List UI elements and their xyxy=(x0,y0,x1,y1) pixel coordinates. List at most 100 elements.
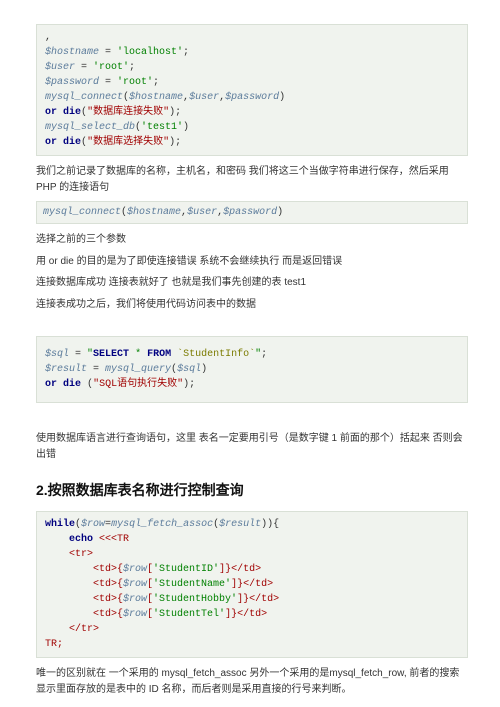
token-var: $user xyxy=(45,62,75,73)
code-line: </tr> xyxy=(45,622,459,637)
token-term: ; xyxy=(153,77,159,88)
code-block-3: while($row=mysql_fetch_assoc($result)){ … xyxy=(36,511,468,658)
token-var: $row xyxy=(123,594,147,605)
token-paren: ) xyxy=(279,92,285,103)
token-term: ); xyxy=(169,137,181,148)
token-paren: ) xyxy=(183,122,189,133)
token-heredoc: ]}</td> xyxy=(219,564,261,575)
code-line: <td>{$row['StudentTel']}</td> xyxy=(45,607,459,622)
code-line: $result = mysql_query($sql) xyxy=(45,362,459,377)
code-line: $user = 'root'; xyxy=(45,60,459,75)
token-var: $user xyxy=(189,92,219,103)
token-op: = xyxy=(99,77,117,88)
code-line: $password = 'root'; xyxy=(45,75,459,90)
paragraph-5: 连接表成功之后，我们将使用代码访问表中的数据 xyxy=(36,297,468,313)
token-heredoc: ]}</td> xyxy=(237,594,279,605)
token-kw: while xyxy=(45,519,75,530)
token-term: ; xyxy=(129,62,135,73)
code-line: or die("数据库选择失败"); xyxy=(45,135,459,150)
code-line: <td>{$row['StudentID']}</td> xyxy=(45,562,459,577)
code-block-2: $sql = "SELECT * FROM `StudentInfo`"; $r… xyxy=(36,336,468,403)
token-heredoc: <td>{ xyxy=(45,594,123,605)
token-term: ; xyxy=(261,349,267,360)
section-heading-2: 2.按照数据库表名称进行控制查询 xyxy=(36,480,468,501)
token-heredoc: <td>{ xyxy=(45,609,123,620)
token-heredoc: <td>{ xyxy=(45,579,123,590)
code-line: mysql_connect($hostname,$user,$password) xyxy=(45,90,459,105)
token-op: = xyxy=(69,349,87,360)
token-fn: mysql_fetch_assoc xyxy=(111,519,213,530)
spacer xyxy=(36,411,468,425)
token-var: $result xyxy=(45,364,87,375)
token-heredoc: <td>{ xyxy=(45,564,123,575)
code-line: , xyxy=(45,30,459,45)
code-line: <td>{$row['StudentName']}</td> xyxy=(45,577,459,592)
token-sql-str: `StudentInfo` xyxy=(171,349,255,360)
token-str-red: "数据库连接失败" xyxy=(87,107,169,118)
token-kw: die xyxy=(63,379,81,390)
token-var: $hostname xyxy=(129,92,183,103)
paragraph-7: 唯一的区别就在 一个采用的 mysql_fetch_assoc 另外一个采用的是… xyxy=(36,666,468,697)
token-var: $password xyxy=(225,92,279,103)
token-var: $sql xyxy=(177,364,201,375)
token-sql: * xyxy=(129,349,147,360)
token-space xyxy=(45,534,69,545)
token-str: 'localhost' xyxy=(117,47,183,58)
code-line: $sql = "SELECT * FROM `StudentInfo`"; xyxy=(45,347,459,362)
code-block-1: , $hostname = 'localhost'; $user = 'root… xyxy=(36,24,468,156)
token-fn: mysql_query xyxy=(105,364,171,375)
token-kw: or xyxy=(45,107,57,118)
token-term: ; xyxy=(183,47,189,58)
token-kw: or xyxy=(45,379,57,390)
token-heredoc: <<<TR xyxy=(99,534,129,545)
token-str: 'StudentName' xyxy=(153,579,231,590)
code-line: mysql_select_db('test1') xyxy=(45,120,459,135)
token-var: $password xyxy=(45,77,99,88)
token-paren: ) xyxy=(277,207,283,218)
code-line: TR; xyxy=(45,637,459,652)
token-var: $password xyxy=(223,207,277,218)
spacer xyxy=(36,318,468,332)
paragraph-6: 使用数据库语言进行查询语句，这里 表名一定要用引号（是数字键 1 前面的那个）括… xyxy=(36,431,468,462)
char-comma: , xyxy=(45,32,51,43)
token-heredoc: ]}</td> xyxy=(225,609,267,620)
token-term: )){ xyxy=(261,519,279,530)
paragraph-1: 我们之前记录了数据库的名称，主机名，和密码 我们将这三个当做字符串进行保存，然后… xyxy=(36,164,468,195)
code-line: or die ("SQL语句执行失败"); xyxy=(45,377,459,392)
paragraph-3: 用 or die 的目的是为了即使连接错误 系统不会继续执行 而是返回错误 xyxy=(36,254,468,270)
code-line: $hostname = 'localhost'; xyxy=(45,45,459,60)
token-str: 'root' xyxy=(117,77,153,88)
code-line: while($row=mysql_fetch_assoc($result)){ xyxy=(45,517,459,532)
token-str: 'root' xyxy=(93,62,129,73)
token-paren: ( xyxy=(81,379,93,390)
paragraph-2: 选择之前的三个参数 xyxy=(36,232,468,248)
token-var: $user xyxy=(187,207,217,218)
token-str-red: "数据库选择失败" xyxy=(87,137,169,148)
token-sql-kw: SELECT xyxy=(93,349,129,360)
token-str: 'test1' xyxy=(141,122,183,133)
token-str: 'StudentTel' xyxy=(153,609,225,620)
token-kw: die xyxy=(63,137,81,148)
token-fn: mysql_select_db xyxy=(45,122,135,133)
token-fn: mysql_connect xyxy=(43,207,121,218)
token-var: $result xyxy=(219,519,261,530)
paragraph-4: 连接数据库成功 连接表就好了 也就是我们事先创建的表 test1 xyxy=(36,275,468,291)
token-str: 'StudentHobby' xyxy=(153,594,237,605)
token-heredoc: ]}</td> xyxy=(231,579,273,590)
token-str-red: "SQL语句执行失败" xyxy=(93,379,183,390)
token-str: 'StudentID' xyxy=(153,564,219,575)
token-paren: ) xyxy=(201,364,207,375)
token-op: = xyxy=(87,364,105,375)
token-fn: mysql_connect xyxy=(45,92,123,103)
code-line: <td>{$row['StudentHobby']}</td> xyxy=(45,592,459,607)
token-sql-kw: FROM xyxy=(147,349,171,360)
token-var: $row xyxy=(123,609,147,620)
code-line: <tr> xyxy=(45,547,459,562)
token-kw: echo xyxy=(69,534,93,545)
token-var: $hostname xyxy=(127,207,181,218)
token-op: = xyxy=(99,47,117,58)
token-var: $row xyxy=(81,519,105,530)
token-term: ); xyxy=(169,107,181,118)
token-var: $row xyxy=(123,564,147,575)
token-var: $row xyxy=(123,579,147,590)
